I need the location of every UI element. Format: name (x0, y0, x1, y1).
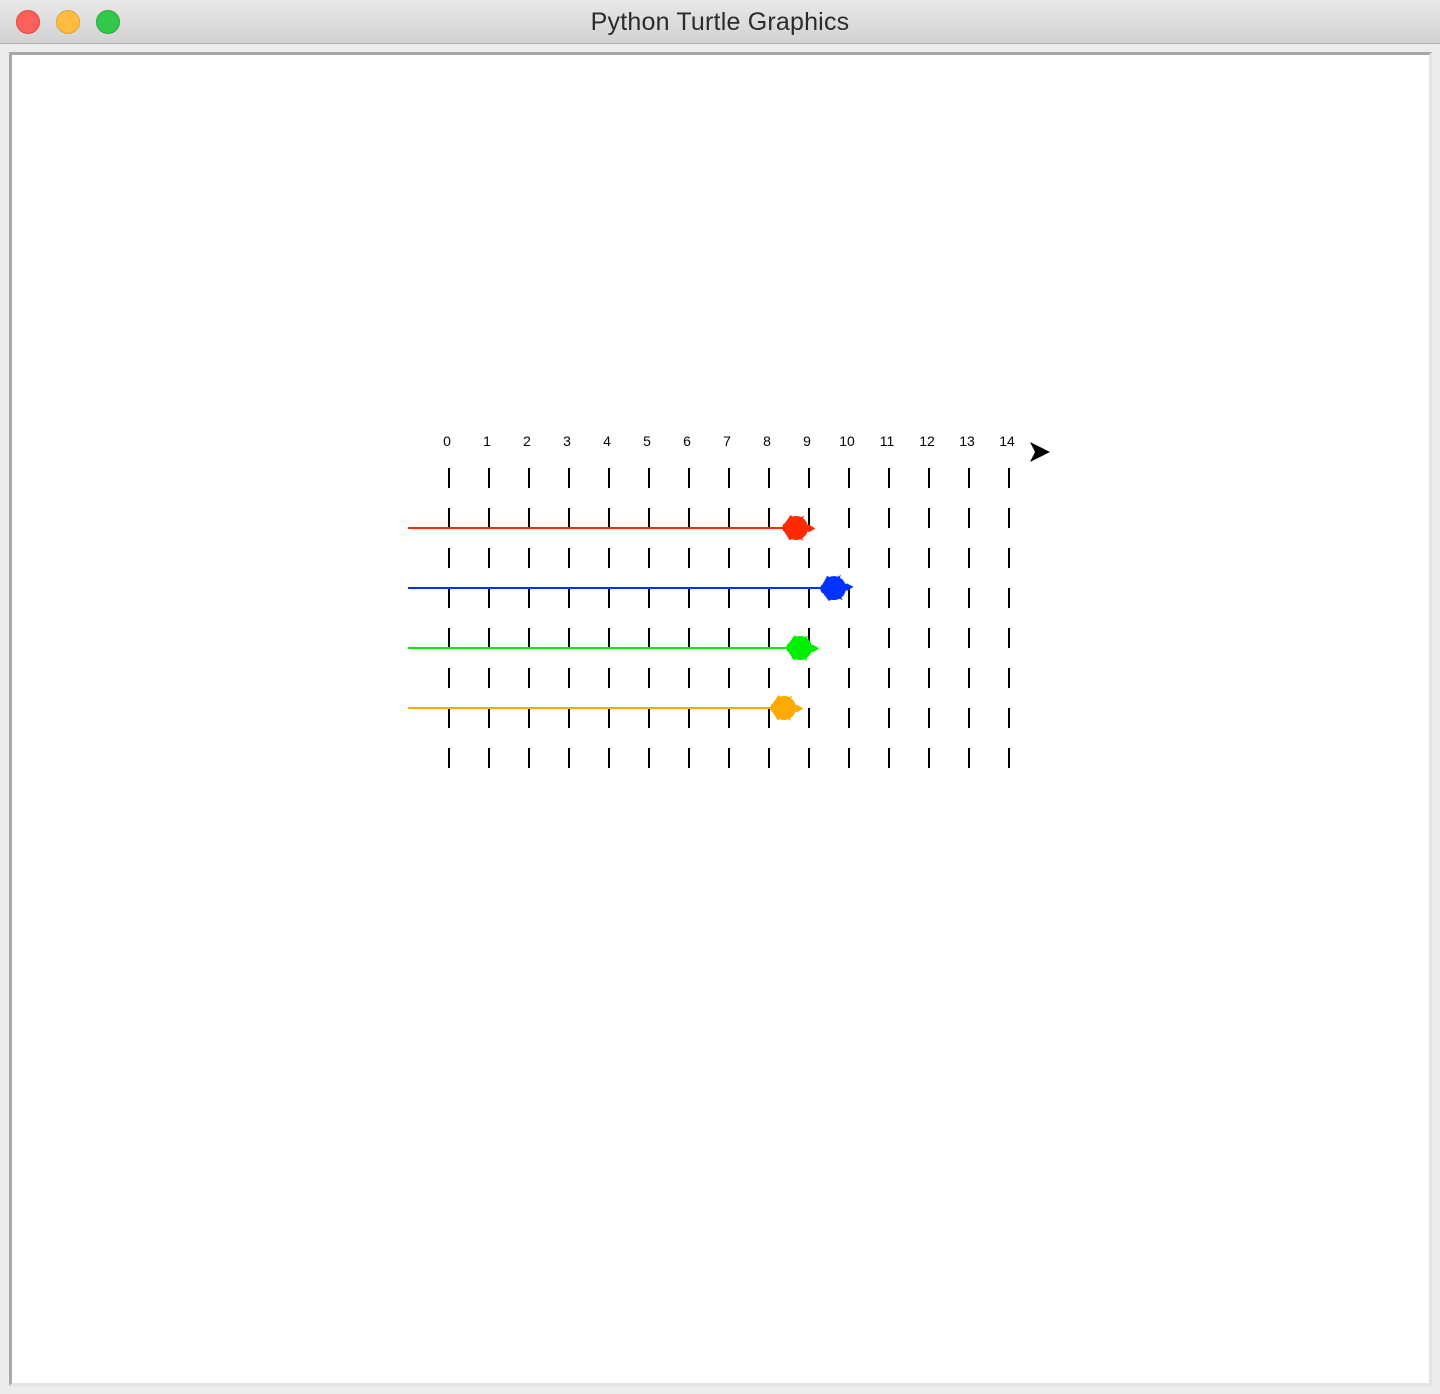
window-titlebar: Python Turtle Graphics (0, 0, 1440, 44)
track-label-10: 10 (839, 433, 855, 449)
arrow-icon (1030, 442, 1050, 462)
track-label-2: 2 (523, 433, 531, 449)
track-label-12: 12 (919, 433, 935, 449)
racer-trails (408, 527, 835, 709)
track-label-8: 8 (763, 433, 771, 449)
track-label-13: 13 (959, 433, 975, 449)
track-label-1: 1 (483, 433, 491, 449)
window-title: Python Turtle Graphics (590, 8, 850, 36)
turtle-canvas[interactable]: 0 1 2 3 4 5 6 7 8 9 10 11 12 13 14 (12, 55, 1429, 1383)
track-labels: 0 1 2 3 4 5 6 7 8 9 10 11 12 13 14 (443, 433, 1015, 449)
track-label-4: 4 (603, 433, 611, 449)
track-label-14: 14 (999, 433, 1015, 449)
pointer-turtle (1030, 442, 1050, 462)
track-label-0: 0 (443, 433, 451, 449)
turtle-icon (786, 635, 820, 661)
track-label-7: 7 (723, 433, 731, 449)
turtle-icon (770, 695, 804, 721)
racer-turtles (770, 515, 854, 721)
track-label-6: 6 (683, 433, 691, 449)
turtle-canvas-frame[interactable]: 0 1 2 3 4 5 6 7 8 9 10 11 12 13 14 (9, 52, 1432, 1386)
track-label-3: 3 (563, 433, 571, 449)
turtle-icon (782, 515, 816, 541)
track-label-11: 11 (880, 433, 895, 449)
track-ticks (448, 468, 1010, 768)
track-label-9: 9 (803, 433, 811, 449)
track-label-5: 5 (643, 433, 651, 449)
